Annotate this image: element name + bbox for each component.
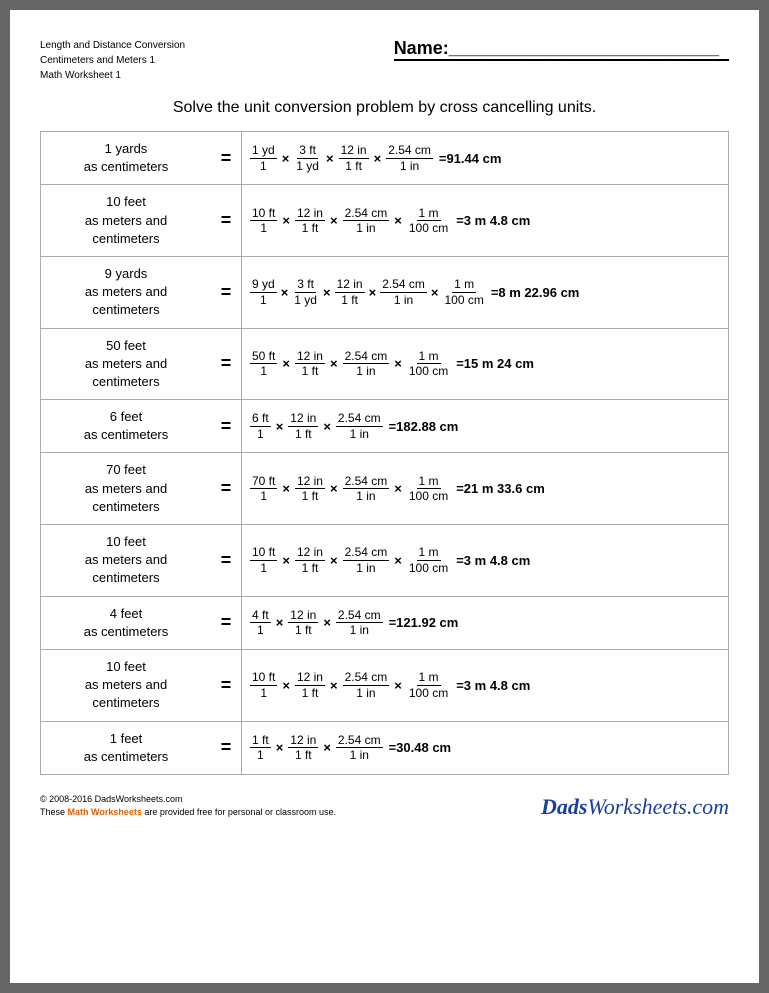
problem-row: 10 feet as meters and centimeters = 10 f… [40, 650, 729, 722]
problem-formula: 4 ft1 × 12 in1 ft × 2.54 cm1 in =121.92 … [241, 597, 728, 649]
equals-sign: = [211, 185, 241, 256]
problem-row: 1 yards as centimeters = 1 yd1 × 3 ft1 y… [40, 131, 729, 185]
problem-label: 6 feet as centimeters [41, 400, 211, 452]
problem-label: 10 feet as meters and centimeters [41, 525, 211, 596]
name-field: Name:___________________________ [394, 38, 729, 61]
copyright-text: © 2008-2016 DadsWorksheets.com [40, 793, 336, 807]
worksheet-title-line3: Math Worksheet 1 [40, 68, 185, 83]
equals-sign: = [211, 722, 241, 774]
worksheet-page: Length and Distance Conversion Centimete… [10, 10, 759, 983]
problem-formula: 1 yd1 × 3 ft1 yd × 12 in1 ft × 2.54 cm1 … [241, 132, 728, 184]
problem-formula: 10 ft1 × 12 in1 ft × 2.54 cm1 in × 1 m10… [241, 525, 728, 596]
problem-label: 1 feet as centimeters [41, 722, 211, 774]
problem-row: 10 feet as meters and centimeters = 10 f… [40, 525, 729, 597]
problem-row: 1 feet as centimeters = 1 ft1 × 12 in1 f… [40, 722, 729, 775]
problem-label: 10 feet as meters and centimeters [41, 650, 211, 721]
problem-label: 9 yards as meters and centimeters [41, 257, 211, 328]
problem-formula: 50 ft1 × 12 in1 ft × 2.54 cm1 in × 1 m10… [241, 329, 728, 400]
problem-row: 70 feet as meters and centimeters = 70 f… [40, 453, 729, 525]
footer-logo: DadsWorksheets.com [541, 794, 729, 820]
problem-label: 1 yards as centimeters [41, 132, 211, 184]
equals-sign: = [211, 525, 241, 596]
problems-container: 1 yards as centimeters = 1 yd1 × 3 ft1 y… [40, 131, 729, 775]
problem-label: 50 feet as meters and centimeters [41, 329, 211, 400]
worksheet-instruction: Solve the unit conversion problem by cro… [40, 99, 729, 117]
equals-sign: = [211, 453, 241, 524]
problem-formula: 1 ft1 × 12 in1 ft × 2.54 cm1 in =30.48 c… [241, 722, 728, 774]
problem-formula: 9 yd1 × 3 ft1 yd × 12 in1 ft × 2.54 cm1 … [241, 257, 728, 328]
worksheet-title-line2: Centimeters and Meters 1 [40, 53, 185, 68]
equals-sign: = [211, 650, 241, 721]
problem-row: 6 feet as centimeters = 6 ft1 × 12 in1 f… [40, 400, 729, 453]
worksheet-title-line1: Length and Distance Conversion [40, 38, 185, 53]
problem-row: 9 yards as meters and centimeters = 9 yd… [40, 257, 729, 329]
problem-row: 50 feet as meters and centimeters = 50 f… [40, 329, 729, 401]
equals-sign: = [211, 257, 241, 328]
problem-formula: 10 ft1 × 12 in1 ft × 2.54 cm1 in × 1 m10… [241, 650, 728, 721]
problem-row: 4 feet as centimeters = 4 ft1 × 12 in1 f… [40, 597, 729, 650]
problem-label: 70 feet as meters and centimeters [41, 453, 211, 524]
equals-sign: = [211, 132, 241, 184]
problem-formula: 6 ft1 × 12 in1 ft × 2.54 cm1 in =182.88 … [241, 400, 728, 452]
footer-copyright: © 2008-2016 DadsWorksheets.com These Mat… [40, 793, 336, 820]
footer-note: These Math Worksheets are provided free … [40, 806, 336, 820]
header: Length and Distance Conversion Centimete… [40, 38, 729, 83]
header-left: Length and Distance Conversion Centimete… [40, 38, 185, 83]
equals-sign: = [211, 329, 241, 400]
equals-sign: = [211, 400, 241, 452]
problem-label: 4 feet as centimeters [41, 597, 211, 649]
problem-row: 10 feet as meters and centimeters = 10 f… [40, 185, 729, 257]
footer: © 2008-2016 DadsWorksheets.com These Mat… [40, 793, 729, 820]
problem-label: 10 feet as meters and centimeters [41, 185, 211, 256]
problem-formula: 70 ft1 × 12 in1 ft × 2.54 cm1 in × 1 m10… [241, 453, 728, 524]
problem-formula: 10 ft1 × 12 in1 ft × 2.54 cm1 in × 1 m10… [241, 185, 728, 256]
equals-sign: = [211, 597, 241, 649]
